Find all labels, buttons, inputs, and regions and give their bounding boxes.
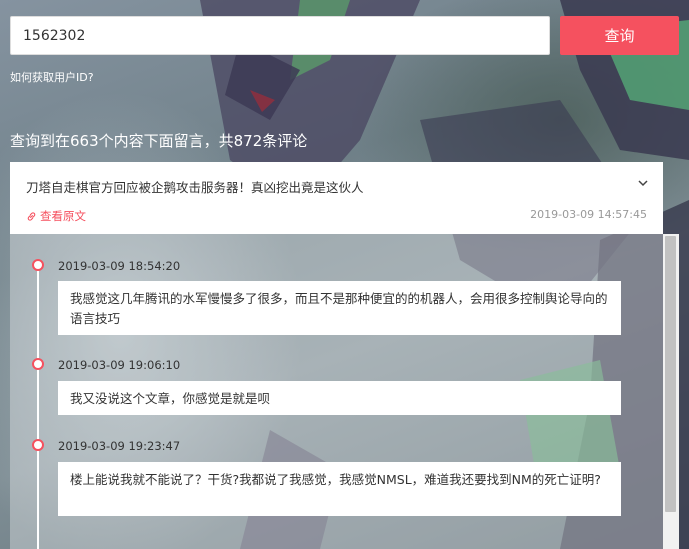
chevron-down-icon[interactable] — [637, 178, 649, 188]
view-original-link[interactable]: 查看原文 — [26, 208, 86, 224]
scrollbar-thumb[interactable] — [665, 236, 676, 512]
article-date: 2019-03-09 14:57:45 — [530, 208, 647, 221]
comment-text: 楼上能说我就不能说了？干货?我都说了我感觉，我感觉NMSL，难道我还要找到NM的… — [58, 462, 621, 516]
query-button[interactable]: 查询 — [560, 16, 679, 55]
timeline-dot — [32, 439, 44, 451]
timeline-dot — [32, 358, 44, 370]
comment-time: 2019-03-09 19:23:47 — [58, 439, 181, 453]
timeline-dot — [32, 259, 44, 271]
article-title: 刀塔自走棋官方回应被企鹅攻击服务器！真凶挖出竟是这伙人 — [26, 180, 364, 195]
comment-text: 我感觉这几年腾讯的水军慢慢多了很多，而且不是那种便宜的的机器人，会用很多控制舆论… — [58, 281, 621, 335]
comment-time: 2019-03-09 18:54:20 — [58, 259, 181, 273]
link-icon — [27, 211, 36, 221]
get-user-id-help-link[interactable]: 如何获取用户ID? — [10, 69, 94, 85]
comment-text: 我又没说这个文章，你感觉是就是呗 — [58, 381, 621, 415]
comment-time: 2019-03-09 19:06:10 — [58, 358, 181, 372]
article-card[interactable]: 刀塔自走棋官方回应被企鹅攻击服务器！真凶挖出竟是这伙人 查看原文 2019-03… — [10, 162, 663, 234]
user-id-input[interactable] — [10, 16, 550, 55]
view-original-label: 查看原文 — [40, 209, 86, 223]
result-summary: 查询到在663个内容下面留言，共872条评论 — [10, 132, 308, 150]
timeline-line — [37, 264, 39, 549]
